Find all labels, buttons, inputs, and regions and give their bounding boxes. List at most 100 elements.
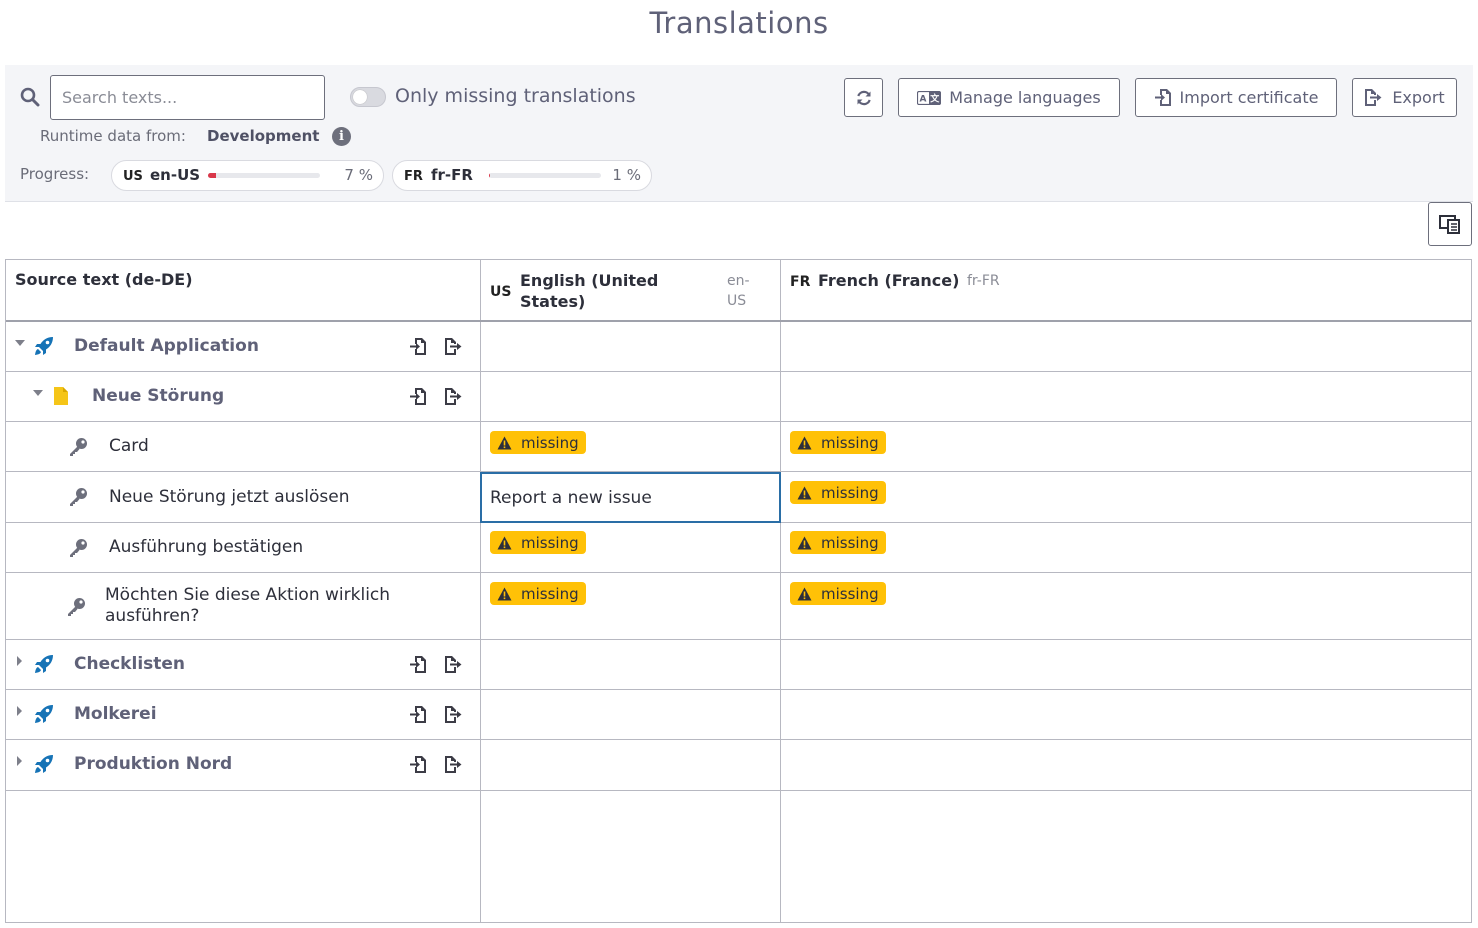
file-import-icon[interactable]	[409, 337, 427, 356]
manage-languages-label: Manage languages	[949, 88, 1101, 107]
refresh-icon	[856, 90, 871, 105]
missing-label: missing	[521, 433, 579, 452]
warning-icon	[497, 536, 512, 549]
expand-caret-icon[interactable]	[17, 706, 22, 716]
missing-label: missing	[821, 533, 879, 552]
missing-label: missing	[521, 584, 579, 603]
missing-badge[interactable]: missing	[490, 531, 586, 554]
tree-row-key[interactable]: Ausführung bestätigen missing missing	[6, 523, 1471, 573]
refresh-button[interactable]	[844, 78, 883, 117]
collapse-caret-icon[interactable]	[15, 340, 25, 346]
runtime-label: Runtime data from:	[40, 127, 186, 145]
progress-bar	[489, 173, 601, 178]
runtime-value: Development	[207, 127, 320, 145]
key-label: Ausführung bestätigen	[109, 537, 304, 557]
page-title: Translations	[649, 6, 829, 40]
key-label: Möchten Sie diese Aktion wirklich ausfüh…	[105, 585, 391, 626]
warning-icon	[497, 587, 512, 600]
rocket-icon	[35, 705, 53, 723]
english-column-header[interactable]: English (United States)	[520, 270, 710, 312]
app-label: Checklisten	[74, 654, 186, 674]
warning-icon	[797, 587, 812, 600]
file-export-icon[interactable]	[444, 337, 464, 356]
collapse-caret-icon[interactable]	[33, 390, 43, 396]
key-icon	[70, 488, 87, 506]
source-column-header: Source text (de-DE)	[15, 270, 193, 289]
tree-row-app[interactable]: Default Application	[6, 322, 1471, 372]
tree-row-key[interactable]: Neue Störung jetzt auslösen Report a new…	[6, 472, 1471, 523]
app-label: Default Application	[74, 336, 259, 356]
key-icon	[70, 438, 87, 456]
rocket-icon	[35, 755, 53, 773]
french-column-header[interactable]: French (France)	[818, 270, 959, 291]
progress-pill-en-us: US en-US 7 %	[111, 160, 384, 191]
file-export-icon[interactable]	[444, 755, 464, 774]
tree-row-app[interactable]: Checklisten	[6, 640, 1471, 690]
missing-label: missing	[821, 584, 879, 603]
file-import-icon[interactable]	[409, 755, 427, 774]
only-missing-toggle[interactable]	[350, 87, 386, 107]
key-icon	[70, 539, 87, 557]
tree-row-page[interactable]: Neue Störung	[6, 372, 1471, 422]
tree-row-app[interactable]: Produktion Nord	[6, 740, 1471, 791]
file-import-icon[interactable]	[409, 655, 427, 674]
file-export-icon[interactable]	[444, 705, 464, 724]
language-icon: A 文	[917, 90, 942, 105]
expand-caret-icon[interactable]	[17, 656, 22, 666]
manage-languages-button[interactable]: A 文 Manage languages	[898, 78, 1120, 117]
progress-code: fr-FR	[431, 166, 473, 184]
page-label: Neue Störung	[92, 386, 225, 406]
key-label: Card	[109, 436, 149, 456]
export-button[interactable]: Export	[1352, 78, 1457, 117]
translations-grid: Source text (de-DE) US English (United S…	[5, 259, 1472, 923]
file-export-icon[interactable]	[444, 655, 464, 674]
flag-fr: FR	[790, 274, 811, 290]
search-input[interactable]	[50, 75, 325, 120]
expand-caret-icon[interactable]	[17, 756, 22, 766]
warning-icon	[497, 436, 512, 449]
missing-badge[interactable]: missing	[490, 582, 586, 605]
only-missing-label: Only missing translations	[395, 85, 636, 107]
column-layout-button[interactable]	[1428, 202, 1472, 246]
tree-row-app[interactable]: Molkerei	[6, 690, 1471, 740]
tree-row-key[interactable]: Card missing missing	[6, 422, 1471, 472]
missing-label: missing	[821, 433, 879, 452]
flag-us: US	[490, 284, 512, 300]
missing-badge[interactable]: missing	[790, 582, 886, 605]
english-column-code: en-US	[727, 273, 750, 309]
progress-percent: 7 %	[344, 166, 373, 184]
import-certificate-button[interactable]: Import certificate	[1135, 78, 1337, 117]
key-icon	[68, 598, 85, 616]
toolbar: Only missing translations A 文 Manage lan…	[5, 65, 1473, 202]
warning-icon	[797, 486, 812, 499]
rocket-icon	[35, 337, 53, 355]
flag-us: US	[123, 169, 143, 184]
missing-badge[interactable]: missing	[790, 531, 886, 554]
warning-icon	[797, 536, 812, 549]
file-export-icon	[1365, 89, 1382, 106]
progress-bar	[208, 173, 320, 178]
translation-value: Report a new issue	[490, 488, 652, 508]
file-export-icon[interactable]	[444, 387, 464, 406]
translation-edit-cell[interactable]: Report a new issue	[480, 472, 781, 523]
flag-fr: FR	[404, 169, 423, 184]
french-column-code: fr-FR	[967, 273, 1000, 289]
file-icon	[54, 387, 68, 405]
app-label: Produktion Nord	[74, 754, 233, 774]
file-import-icon[interactable]	[409, 387, 427, 406]
info-icon[interactable]: i	[332, 127, 351, 146]
svg-text:A: A	[920, 94, 927, 104]
file-import-icon[interactable]	[409, 705, 427, 724]
progress-code: en-US	[150, 166, 201, 184]
missing-badge[interactable]: missing	[790, 481, 886, 504]
tree-row-key[interactable]: Möchten Sie diese Aktion wirklich ausfüh…	[6, 573, 1471, 640]
missing-badge[interactable]: missing	[790, 431, 886, 454]
missing-label: missing	[521, 533, 579, 552]
progress-pill-fr-fr: FR fr-FR 1 %	[392, 160, 652, 191]
progress-label: Progress:	[20, 165, 90, 183]
rocket-icon	[35, 655, 53, 673]
warning-icon	[797, 436, 812, 449]
file-import-icon	[1154, 89, 1171, 106]
import-certificate-label: Import certificate	[1179, 88, 1319, 107]
missing-badge[interactable]: missing	[490, 431, 586, 454]
